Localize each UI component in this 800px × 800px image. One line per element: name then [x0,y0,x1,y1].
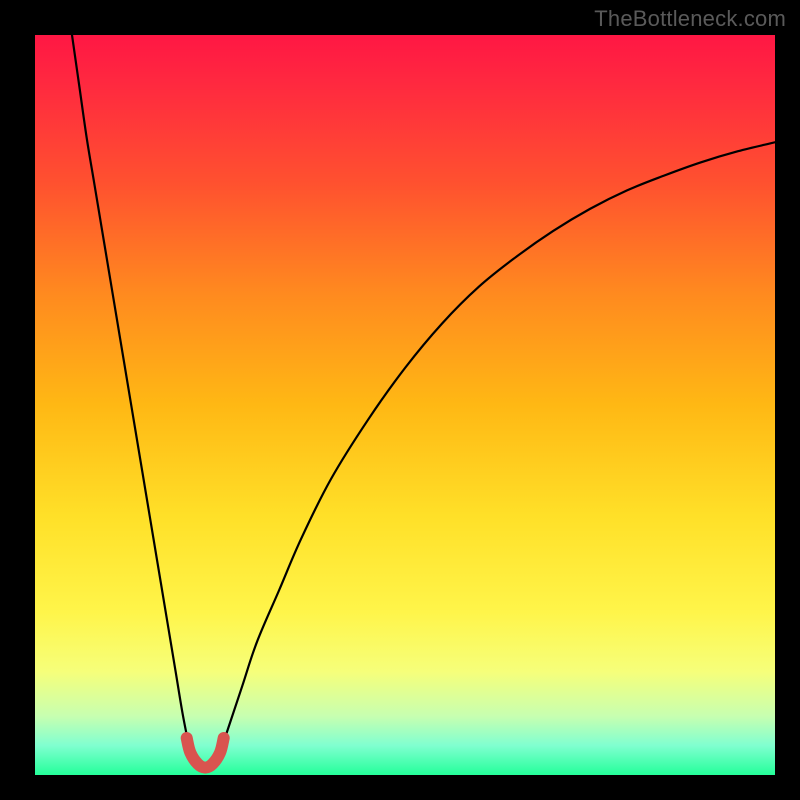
plot-area [35,35,775,775]
gradient-background [35,35,775,775]
chart-frame: TheBottleneck.com [0,0,800,800]
watermark-text: TheBottleneck.com [594,6,786,32]
chart-svg [35,35,775,775]
